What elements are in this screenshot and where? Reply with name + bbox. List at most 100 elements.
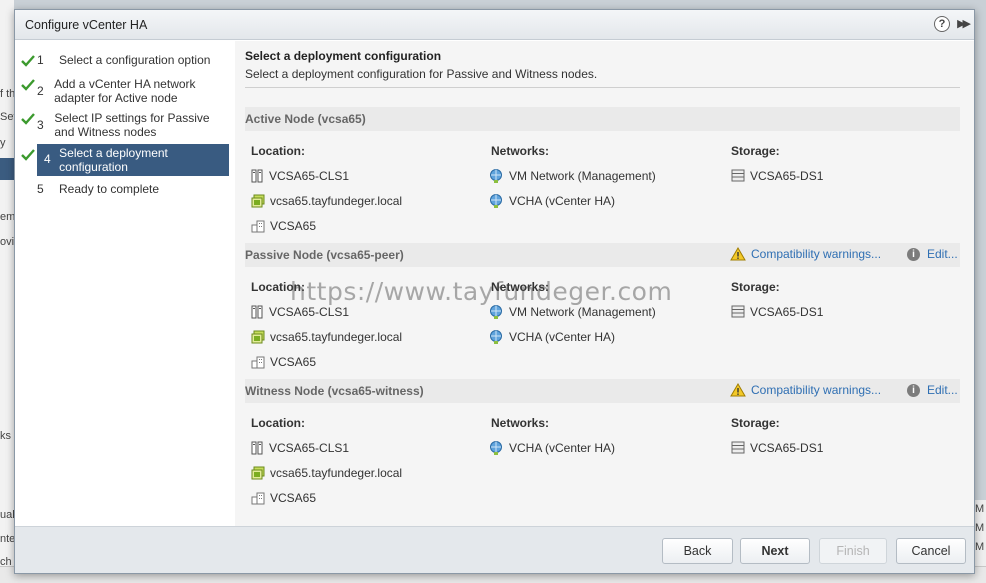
location-text: VCSA65	[270, 219, 317, 233]
check-icon	[21, 79, 35, 91]
witness-networks-column: Networks: VCHA (vCenter HA)	[489, 416, 724, 466]
networks-header: Networks:	[491, 144, 550, 158]
datastore-icon	[731, 441, 745, 454]
network-item: VCHA (vCenter HA)	[489, 194, 724, 219]
location-header: Location:	[251, 416, 305, 430]
expand-icon[interactable]: ▶▶	[957, 17, 971, 30]
datastore-icon	[731, 305, 745, 318]
dialog-footer: Back Next Finish Cancel	[15, 526, 974, 573]
next-button[interactable]: Next	[740, 538, 810, 564]
step-number: 1	[37, 53, 44, 67]
witness-node-header: Witness Node (vcsa65-witness) Compatibil…	[245, 379, 960, 403]
networks-header: Networks:	[491, 280, 550, 294]
page-subtitle: Select a deployment configuration for Pa…	[245, 67, 598, 81]
active-location-column: Location: VCSA65-CLS1 vcsa65.tayfundeger…	[251, 144, 481, 244]
location-vm: vcsa65.tayfundeger.local	[251, 330, 481, 355]
step-number: 5	[37, 182, 44, 196]
wizard-steps: 1 Select a configuration option 2 Add a …	[15, 41, 235, 526]
network-icon	[490, 305, 502, 319]
storage-text: VCSA65-DS1	[750, 305, 824, 319]
storage-text: VCSA65-DS1	[750, 169, 824, 183]
passive-compatibility-warnings-link[interactable]: Compatibility warnings...	[730, 247, 881, 261]
bg-fragment: f th	[0, 88, 14, 100]
datacenter-icon	[251, 220, 265, 233]
storage-item: VCSA65-DS1	[731, 169, 951, 194]
network-icon	[490, 441, 502, 455]
witness-edit-link[interactable]: i Edit...	[907, 383, 958, 397]
check-icon	[21, 113, 35, 125]
passive-node-header: Passive Node (vcsa65-peer) Compatibility…	[245, 243, 960, 267]
finish-button[interactable]: Finish	[819, 538, 887, 564]
network-text: VCHA (vCenter HA)	[509, 194, 616, 208]
warning-link-text[interactable]: Compatibility warnings...	[751, 247, 881, 261]
warning-link-text[interactable]: Compatibility warnings...	[751, 383, 881, 397]
help-icon[interactable]: ?	[934, 16, 950, 32]
divider	[245, 87, 960, 88]
bg-fragment: y	[0, 137, 6, 149]
passive-location-column: Location: VCSA65-CLS1 vcsa65.tayfundeger…	[251, 280, 481, 380]
network-icon	[490, 330, 502, 344]
witness-compatibility-warnings-link[interactable]: Compatibility warnings...	[730, 383, 881, 397]
datacenter-icon	[251, 492, 265, 505]
dialog-title: Configure vCenter HA	[25, 18, 148, 32]
storage-item: VCSA65-DS1	[731, 441, 951, 466]
vm-icon	[251, 466, 265, 480]
step-label: Select a configuration option	[59, 53, 211, 67]
location-text: VCSA65-CLS1	[269, 305, 350, 319]
step-label: Select IP settings for Passive and Witne…	[54, 111, 210, 139]
network-item: VCHA (vCenter HA)	[489, 330, 724, 355]
location-text: VCSA65-CLS1	[269, 169, 350, 183]
storage-header: Storage:	[731, 416, 780, 430]
back-button[interactable]: Back	[662, 538, 733, 564]
info-icon: i	[907, 383, 920, 397]
datastore-icon	[731, 169, 745, 182]
active-node-name: Active Node (vcsa65)	[245, 112, 366, 126]
configure-vcenter-ha-dialog: Configure vCenter HA ? ▶▶ 1 Select a con…	[14, 9, 975, 574]
page-title: Select a deployment configuration	[245, 49, 442, 63]
network-item: VM Network (Management)	[489, 169, 724, 194]
witness-location-column: Location: VCSA65-CLS1 vcsa65.tayfundeger…	[251, 416, 481, 516]
location-vm: vcsa65.tayfundeger.local	[251, 194, 481, 219]
step-4-active[interactable]: 4 Select a deployment configuration	[21, 144, 229, 176]
location-text: vcsa65.tayfundeger.local	[270, 194, 403, 208]
bg-fragment: ual	[0, 509, 14, 521]
location-datacenter: VCSA65	[251, 491, 481, 516]
location-header: Location:	[251, 280, 305, 294]
location-datacenter: VCSA65	[251, 355, 481, 380]
background-app-right: M M M	[974, 500, 986, 566]
location-cluster: VCSA65-CLS1	[251, 441, 481, 466]
active-storage-column: Storage: VCSA65-DS1	[731, 144, 951, 194]
step-3[interactable]: 3 Select IP settings for Passive and Wit…	[21, 111, 229, 139]
active-networks-column: Networks: VM Network (Management) VCHA (…	[489, 144, 724, 219]
step-5[interactable]: 5 Ready to complete	[37, 182, 229, 196]
networks-header: Networks:	[491, 416, 550, 430]
witness-node-name: Witness Node (vcsa65-witness)	[245, 384, 424, 398]
step-2[interactable]: 2 Add a vCenter HA network adapter for A…	[21, 77, 229, 105]
wizard-content: Select a deployment configuration Select…	[235, 41, 974, 526]
bg-fragment: M	[975, 541, 985, 553]
passive-networks-column: Networks: VM Network (Management) VCHA (…	[489, 280, 724, 355]
passive-storage-column: Storage: VCSA65-DS1	[731, 280, 951, 330]
vm-icon	[251, 330, 265, 344]
datacenter-icon	[251, 356, 265, 369]
step-1[interactable]: 1 Select a configuration option	[21, 53, 229, 67]
cluster-icon	[251, 441, 263, 455]
step-label: Select a deployment configuration	[59, 146, 168, 174]
step-number: 2	[37, 84, 44, 98]
step-number: 4	[44, 152, 51, 166]
location-text: VCSA65	[270, 355, 317, 369]
bg-fragment: ovi	[0, 236, 14, 248]
network-text: VCHA (vCenter HA)	[509, 330, 616, 344]
dialog-titlebar: Configure vCenter HA ? ▶▶	[15, 10, 974, 40]
background-app-left: f th Set y em ovi ks ual nte ch	[0, 0, 14, 583]
bg-selected-row	[0, 158, 14, 180]
location-vm: vcsa65.tayfundeger.local	[251, 466, 481, 491]
network-item: VCHA (vCenter HA)	[489, 441, 724, 466]
edit-link-text[interactable]: Edit...	[927, 383, 958, 397]
passive-edit-link[interactable]: i Edit...	[907, 247, 958, 261]
cancel-button[interactable]: Cancel	[896, 538, 966, 564]
edit-link-text[interactable]: Edit...	[927, 247, 958, 261]
info-icon: i	[907, 247, 920, 261]
check-icon	[21, 55, 35, 67]
vm-icon	[251, 194, 265, 208]
